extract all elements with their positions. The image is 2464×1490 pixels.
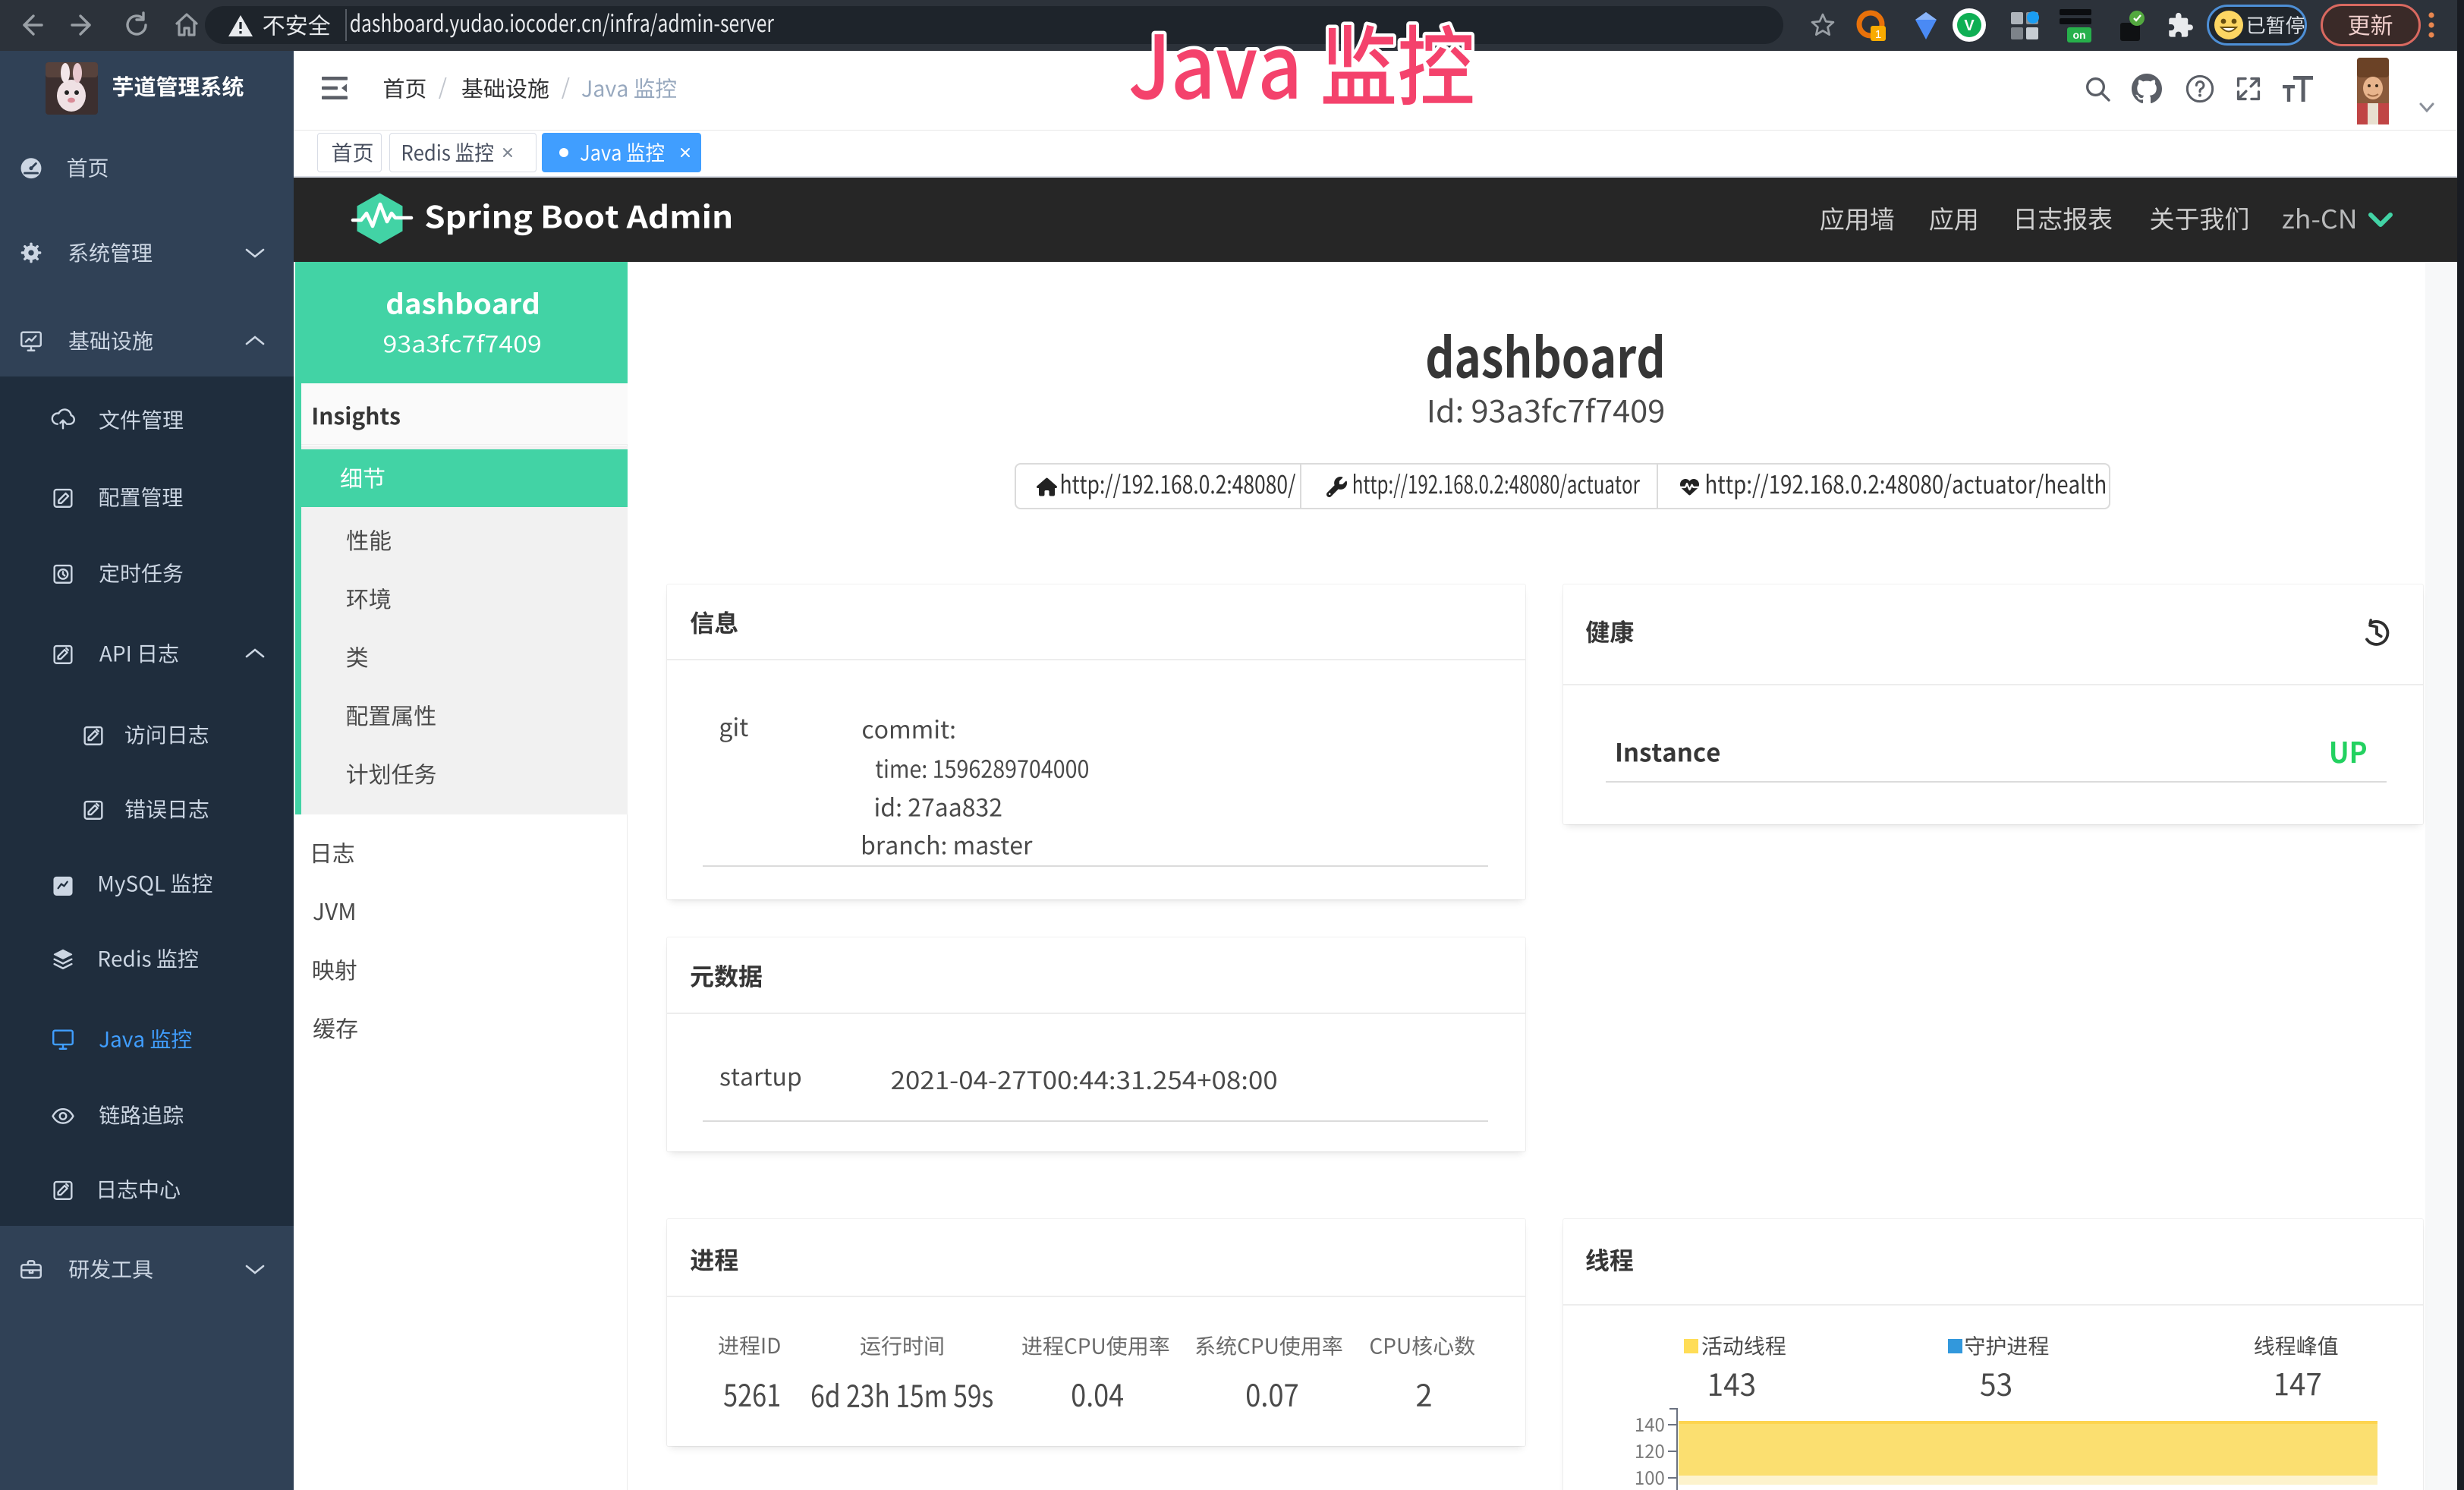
svg-text:on: on bbox=[2072, 29, 2085, 41]
svg-text:1: 1 bbox=[1875, 28, 1881, 41]
svg-text:V: V bbox=[1964, 17, 1975, 34]
